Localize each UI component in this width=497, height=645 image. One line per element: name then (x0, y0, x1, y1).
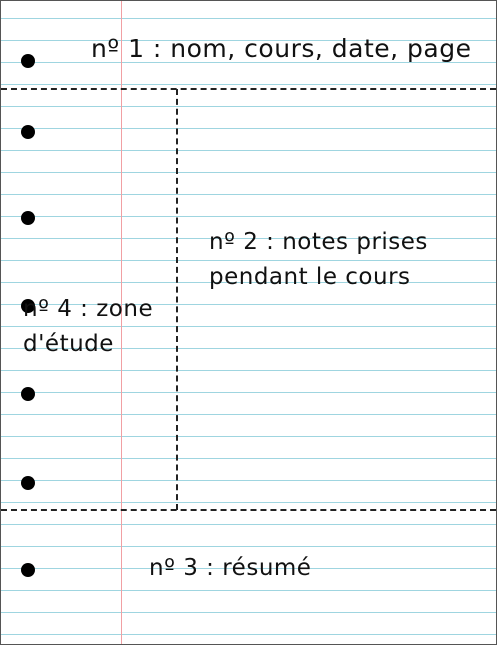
binder-hole (21, 54, 35, 68)
header-zone-label: nº 1 : nom, cours, date, page (91, 34, 472, 63)
ruled-line (1, 150, 496, 151)
notes-zone-label-line: nº 2 : notes prises (209, 229, 428, 255)
summary-divider (1, 509, 496, 511)
notes-zone-label: nº 2 : notes prises pendant le cours (209, 225, 428, 295)
study-column-divider (176, 89, 178, 510)
ruled-line (1, 18, 496, 19)
ruled-line (1, 194, 496, 195)
binder-hole (21, 563, 35, 577)
ruled-line (1, 612, 496, 613)
ruled-line (1, 106, 496, 107)
ruled-line (1, 502, 496, 503)
ruled-line (1, 216, 496, 217)
ruled-line (1, 414, 496, 415)
binder-hole (21, 476, 35, 490)
ruled-line (1, 546, 496, 547)
notes-zone-label-line: pendant le cours (209, 264, 411, 290)
binder-hole (21, 211, 35, 225)
ruled-line (1, 436, 496, 437)
ruled-line (1, 480, 496, 481)
ruled-line (1, 84, 496, 85)
ruled-line (1, 634, 496, 635)
ruled-line (1, 590, 496, 591)
ruled-line (1, 524, 496, 525)
binder-hole (21, 125, 35, 139)
notebook-page: nº 1 : nom, cours, date, page nº 2 : not… (0, 0, 497, 645)
ruled-line (1, 392, 496, 393)
summary-zone-label: nº 3 : résumé (149, 555, 312, 581)
ruled-line (1, 458, 496, 459)
study-zone-label-line: d'étude (23, 331, 114, 357)
study-zone-label-line: nº 4 : zone (23, 296, 154, 322)
ruled-line (1, 172, 496, 173)
study-zone-label: nº 4 : zone d'étude (23, 292, 153, 362)
ruled-line (1, 128, 496, 129)
binder-hole (21, 387, 35, 401)
header-divider (1, 88, 496, 90)
ruled-line (1, 370, 496, 371)
